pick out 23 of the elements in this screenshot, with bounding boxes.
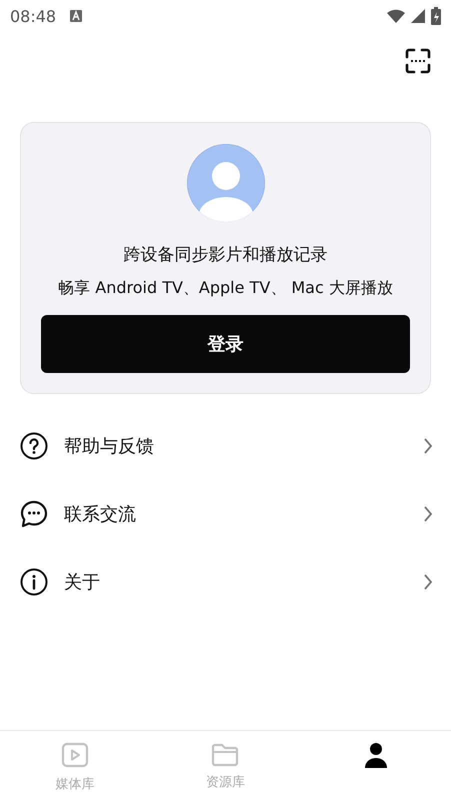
- chevron-right-icon: [423, 505, 433, 523]
- chat-bubble-icon: [20, 500, 48, 528]
- menu-item-label[interactable]: 联系交流: [64, 502, 407, 526]
- status-time: 08:48: [10, 6, 56, 26]
- notification-icon: [70, 10, 82, 22]
- folder-icon: [211, 741, 240, 767]
- menu-item-label[interactable]: 帮助与反馈: [64, 434, 407, 458]
- menu-item-label[interactable]: 关于: [64, 570, 407, 594]
- play-icon: [61, 741, 90, 769]
- avatar-icon: [186, 143, 266, 223]
- devices-description: 畅享 Android TV、Apple TV、 Mac 大屏播放: [58, 278, 393, 299]
- chevron-right-icon: [423, 437, 433, 455]
- chevron-right-icon: [423, 573, 433, 591]
- help-icon: [20, 432, 48, 460]
- scan-icon[interactable]: [405, 48, 431, 74]
- wifi-icon: [387, 9, 405, 23]
- tab-label: 媒体库: [56, 776, 95, 793]
- sync-description: 跨设备同步影片和播放记录: [124, 244, 328, 266]
- signal-icon: [411, 9, 425, 23]
- login-button[interactable]: 登录: [41, 315, 410, 373]
- tab-label: 资源库: [206, 774, 245, 791]
- info-icon: [20, 568, 48, 596]
- battery-icon: [431, 7, 441, 25]
